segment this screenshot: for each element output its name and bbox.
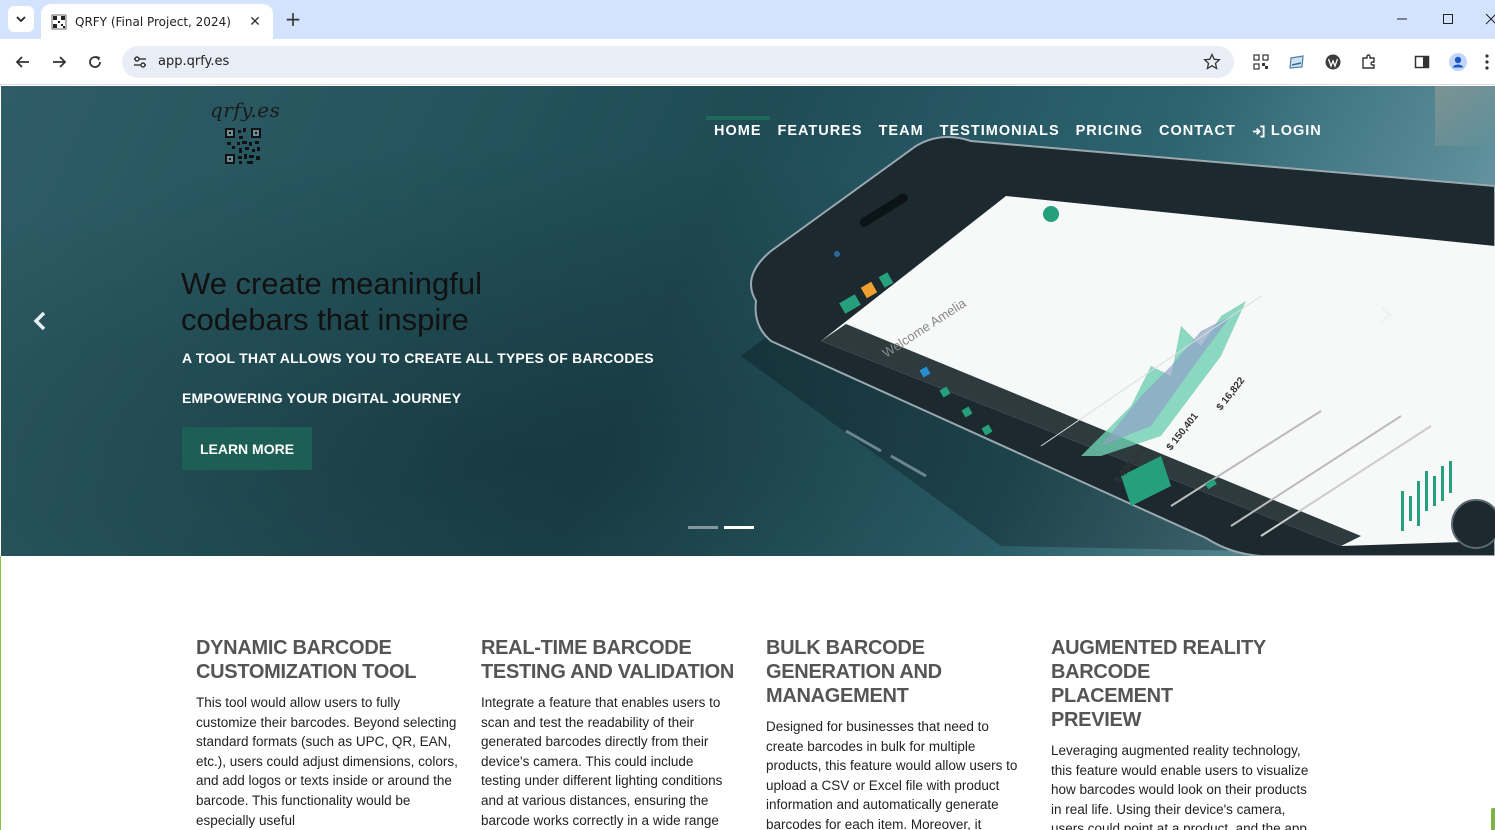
nav-pricing-label: PRICING <box>1075 123 1144 139</box>
qr-code-extension-icon[interactable] <box>1250 51 1272 73</box>
nav-testimonials-label: TESTIMONIALS <box>939 123 1060 139</box>
url-text: app.qrfy.es <box>158 54 230 69</box>
browser-toolbar: app.qrfy.es <box>0 39 1495 85</box>
wordpress-icon <box>1325 54 1341 70</box>
chevron-down-icon <box>16 16 26 23</box>
carousel-indicator-2[interactable] <box>724 526 754 529</box>
star-icon <box>1203 53 1221 70</box>
chevron-left-icon <box>33 311 46 331</box>
carousel-next-button[interactable] <box>1376 304 1396 326</box>
feature-title: DYNAMIC BARCODE CUSTOMIZATION TOOL <box>196 637 417 683</box>
side-panel-button[interactable] <box>1411 51 1433 73</box>
bookmark-star-icon[interactable] <box>1202 52 1222 72</box>
nav-login[interactable]: LOGIN <box>1244 116 1330 146</box>
hero-subline-2: EMPOWERING YOUR DIGITAL JOURNEY <box>182 390 462 406</box>
puzzle-icon <box>1362 54 1375 69</box>
qr-code-icon <box>225 128 261 164</box>
new-tab-button[interactable]: + <box>282 7 304 31</box>
extension-app-icon[interactable] <box>1286 51 1308 73</box>
nav-home-label: HOME <box>714 123 762 139</box>
site-logo[interactable]: qrfy.es <box>206 98 281 166</box>
wordpress-extension-icon[interactable] <box>1322 51 1344 73</box>
sign-in-icon <box>1252 124 1265 138</box>
learn-more-button[interactable]: LEARN MORE <box>182 427 312 470</box>
more-vertical-icon <box>1485 54 1489 70</box>
phone-home-button <box>1451 499 1495 549</box>
carousel-prev-button[interactable] <box>29 308 51 334</box>
browser-menu-button[interactable] <box>1480 51 1494 73</box>
maximize-icon <box>1443 14 1453 24</box>
nav-login-label: LOGIN <box>1270 123 1322 139</box>
nav-team[interactable]: TEAM <box>871 116 932 146</box>
hero-subline-1: A TOOL THAT ALLOWS YOU TO CREATE ALL TYP… <box>182 350 654 366</box>
close-icon <box>1485 13 1495 25</box>
address-bar[interactable]: app.qrfy.es <box>122 46 1234 78</box>
nav-contact[interactable]: CONTACT <box>1151 116 1244 146</box>
nav-testimonials[interactable]: TESTIMONIALS <box>932 116 1068 146</box>
feature-card: REAL-TIME BARCODE TESTING AND VALIDATION… <box>481 636 736 830</box>
tab-search-button[interactable] <box>8 6 34 32</box>
nav-pricing[interactable]: PRICING <box>1068 116 1151 146</box>
feature-card: BULK BARCODE GENERATION AND MANAGEMENT D… <box>766 636 1018 830</box>
nav-home[interactable]: HOME <box>706 116 770 146</box>
nav-team-label: TEAM <box>878 123 924 139</box>
feature-description: Leveraging augmented reality technology,… <box>1051 743 1309 830</box>
scrollbar-thumb[interactable] <box>1491 808 1495 830</box>
nav-contact-label: CONTACT <box>1159 123 1236 139</box>
arrow-left-icon <box>15 56 29 68</box>
main-nav: HOME FEATURES TEAM TESTIMONIALS PRICING … <box>706 116 1330 146</box>
window-maximize-button[interactable] <box>1436 8 1460 30</box>
window-minimize-button[interactable] <box>1390 8 1414 30</box>
side-panel-icon <box>1414 55 1430 69</box>
chevron-right-icon <box>1381 306 1392 324</box>
site-info-button[interactable] <box>130 52 150 72</box>
reload-icon <box>89 56 101 68</box>
tab-title: QRFY (Final Project, 2024) <box>75 14 231 29</box>
hero-carousel: Welcome Amelia $ 406,100 $ 150,401 $ 16,… <box>1 86 1495 556</box>
browser-tab-active[interactable]: QRFY (Final Project, 2024) ✕ <box>41 4 273 39</box>
feature-title: REAL-TIME BARCODE TESTING AND VALIDATION <box>481 637 735 683</box>
profile-avatar[interactable] <box>1447 51 1469 73</box>
phone-mockup-image: Welcome Amelia $ 406,100 $ 150,401 $ 16,… <box>741 136 1495 556</box>
carousel-indicators <box>688 526 760 529</box>
qr-favicon-icon <box>51 14 67 29</box>
qr-icon <box>1253 54 1269 70</box>
avatar-icon <box>1449 53 1467 71</box>
arrow-right-icon <box>53 56 67 68</box>
minimize-icon <box>1397 18 1407 20</box>
extensions-button[interactable] <box>1358 51 1380 73</box>
feature-title: AUGMENTED REALITY BARCODE PLACEMENT PREV… <box>1051 637 1266 731</box>
features-section: DYNAMIC BARCODE CUSTOMIZATION TOOL This … <box>0 556 1495 830</box>
nav-features-label: FEATURES <box>777 123 863 139</box>
tune-icon <box>134 56 146 68</box>
feature-title: BULK BARCODE GENERATION AND MANAGEMENT <box>766 637 942 707</box>
carousel-indicator-1[interactable] <box>688 526 718 529</box>
reload-button[interactable] <box>83 50 107 74</box>
feature-card: AUGMENTED REALITY BARCODE PLACEMENT PREV… <box>1051 636 1309 830</box>
hero-headline: We create meaningful codebars that inspi… <box>181 266 482 337</box>
feature-description: Designed for businesses that need to cre… <box>766 719 1018 830</box>
window-close-button[interactable] <box>1479 8 1495 30</box>
nav-features[interactable]: FEATURES <box>770 116 871 146</box>
tab-close-icon[interactable]: ✕ <box>247 13 263 30</box>
phone-camera <box>834 251 840 257</box>
feature-description: Integrate a feature that enables users t… <box>481 695 723 828</box>
back-button[interactable] <box>11 50 35 74</box>
logo-text: qrfy.es <box>210 98 281 122</box>
browser-tabstrip: QRFY (Final Project, 2024) ✕ + <box>0 0 1495 39</box>
forward-button[interactable] <box>47 50 71 74</box>
app-icon <box>1289 55 1304 69</box>
feature-description: This tool would allow users to fully cus… <box>196 695 458 828</box>
feature-card: DYNAMIC BARCODE CUSTOMIZATION TOOL This … <box>196 636 458 830</box>
